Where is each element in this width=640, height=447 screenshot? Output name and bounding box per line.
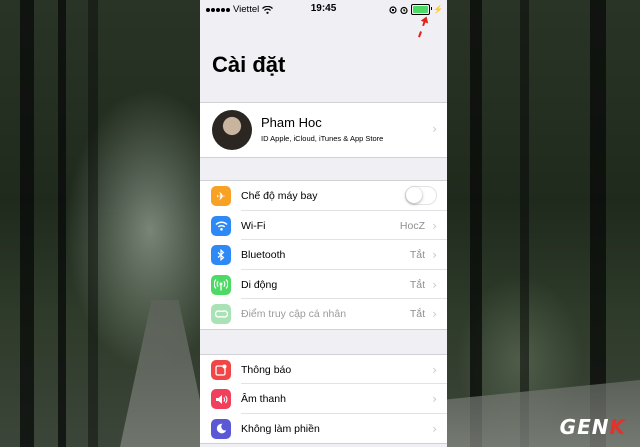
profile-subtitle: ID Apple, iCloud, iTunes & App Store — [261, 134, 384, 143]
chevron-right-icon: › — [432, 218, 437, 233]
sounds-row[interactable]: Âm thanh › — [200, 384, 447, 414]
chevron-right-icon: › — [432, 248, 437, 262]
row-value: Tắt — [409, 278, 425, 291]
tree-trunk — [590, 0, 606, 447]
settings-screen: Viettel 19:45 ⚡ Cài đặt Pham Hoc ID Appl… — [200, 0, 447, 447]
tree-trunk — [20, 0, 34, 447]
wifi-row[interactable]: Wi-Fi HocZ › — [200, 211, 447, 240]
chevron-right-icon: › — [432, 277, 437, 292]
row-label: Thông báo — [241, 363, 292, 376]
row-value: Tắt — [409, 308, 425, 320]
tree-trunk — [520, 0, 529, 447]
airplane-mode-row[interactable]: ✈ Chế độ máy bay — [200, 181, 447, 211]
row-label: Âm thanh — [241, 393, 286, 405]
do-not-disturb-row[interactable]: Không làm phiền › — [200, 414, 447, 444]
row-label: Di động — [241, 278, 278, 291]
orientation-lock-icon — [389, 5, 397, 14]
wifi-icon — [211, 215, 231, 236]
battery-icon — [411, 4, 433, 15]
cellular-icon — [211, 274, 231, 295]
row-label: Điểm truy cập cá nhân — [241, 308, 347, 320]
page-title: Cài đặt — [212, 52, 286, 77]
chevron-right-icon: › — [432, 122, 437, 136]
chevron-right-icon: › — [432, 307, 437, 321]
row-value: HocZ — [399, 219, 425, 232]
airplane-icon: ✈ — [211, 186, 231, 206]
cellular-row[interactable]: Di động Tắt › — [200, 270, 447, 299]
row-label: Wi-Fi — [241, 219, 266, 232]
charging-bolt-icon: ⚡ — [433, 5, 443, 14]
chevron-right-icon: › — [432, 392, 437, 406]
genk-watermark-logo: GENK — [559, 415, 626, 439]
notifications-icon — [211, 359, 231, 380]
tree-trunk — [58, 0, 66, 447]
avatar — [212, 110, 252, 150]
chevron-right-icon: › — [432, 421, 437, 436]
bluetooth-row[interactable]: Bluetooth Tắt › — [200, 240, 447, 270]
row-label: Không làm phiền — [241, 422, 320, 435]
settings-group-notifications: Thông báo › Âm thanh › Không làm phiền › — [200, 353, 447, 444]
chevron-right-icon: › — [432, 362, 437, 377]
personal-hotspot-row[interactable]: Điểm truy cập cá nhân Tắt › — [200, 299, 447, 329]
row-value: Tắt — [409, 249, 425, 261]
do-not-disturb-icon — [211, 418, 231, 439]
settings-group-connectivity: ✈ Chế độ máy bay Wi-Fi HocZ › Bluetooth … — [200, 180, 447, 330]
forest-road — [120, 300, 210, 447]
row-label: Bluetooth — [241, 249, 286, 261]
tree-trunk — [470, 0, 482, 447]
apple-id-profile-row[interactable]: Pham Hoc ID Apple, iCloud, iTunes & App … — [200, 102, 447, 158]
sounds-icon — [211, 389, 231, 409]
tree-trunk — [88, 0, 98, 447]
status-bar: Viettel 19:45 ⚡ — [200, 0, 447, 39]
bluetooth-icon — [211, 245, 231, 265]
notifications-row[interactable]: Thông báo › — [200, 355, 447, 384]
airplane-mode-toggle[interactable] — [405, 186, 437, 205]
alarm-icon — [400, 6, 408, 14]
hotspot-icon — [211, 304, 231, 324]
profile-name: Pham Hoc — [261, 115, 322, 130]
row-label: Chế độ máy bay — [241, 190, 318, 202]
